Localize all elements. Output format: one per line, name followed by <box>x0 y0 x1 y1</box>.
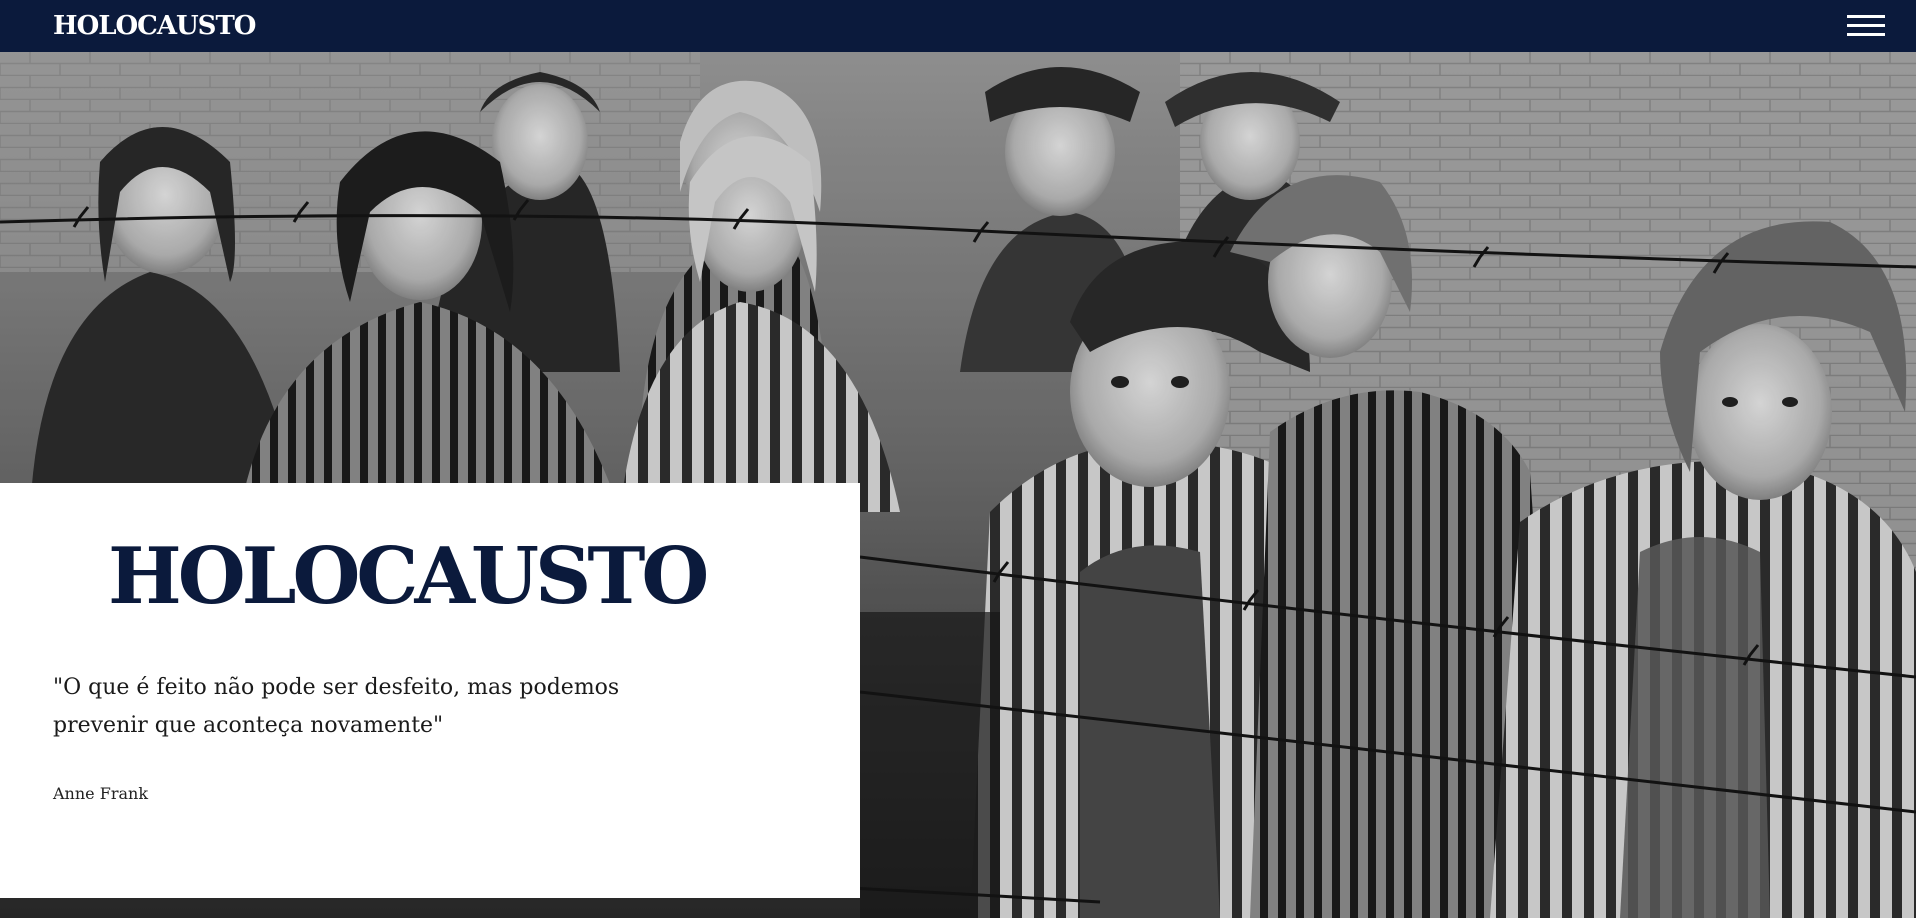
menu-bar-top <box>1847 15 1885 18</box>
brand-logo[interactable]: HOLOCAUSTO <box>53 9 256 43</box>
hero-section: HOLOCAUSTO "O que é feito não pode ser d… <box>0 52 1916 918</box>
hero-quote-card: HOLOCAUSTO "O que é feito não pode ser d… <box>0 483 860 898</box>
hero-title: HOLOCAUSTO <box>108 531 709 622</box>
menu-bar-middle <box>1847 24 1885 27</box>
menu-bar-bottom <box>1847 33 1885 36</box>
quote-author: Anne Frank <box>53 784 149 803</box>
top-navbar: HOLOCAUSTO <box>0 0 1916 52</box>
hero-quote: "O que é feito não pode ser desfeito, ma… <box>53 675 620 738</box>
hamburger-menu-icon[interactable] <box>1846 13 1886 39</box>
